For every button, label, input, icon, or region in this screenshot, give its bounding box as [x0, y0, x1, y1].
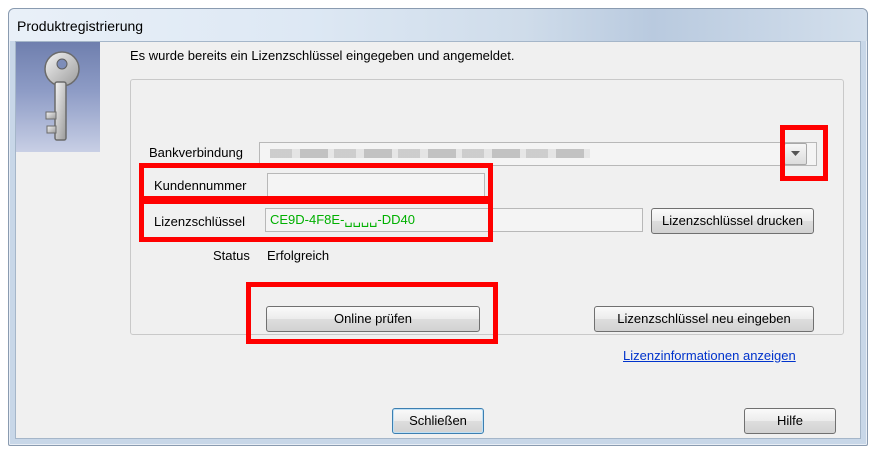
help-button[interactable]: Hilfe [744, 408, 836, 434]
highlight-online-check [246, 282, 498, 344]
key-icon [44, 51, 80, 141]
highlight-dropdown [780, 125, 828, 181]
bank-account-value-redacted [270, 149, 590, 158]
bank-label: Bankverbindung [149, 145, 243, 160]
license-info-link[interactable]: Lizenzinformationen anzeigen [623, 348, 796, 363]
print-license-button[interactable]: Lizenzschlüssel drucken [651, 208, 814, 234]
key-icon-panel [16, 42, 100, 152]
status-label: Status [213, 248, 250, 263]
reenter-license-button[interactable]: Lizenzschlüssel neu eingeben [594, 306, 814, 332]
status-value: Erfolgreich [267, 248, 330, 263]
title-bar: Produktregistrierung [9, 9, 867, 41]
window-title: Produktregistrierung [17, 18, 144, 34]
close-button[interactable]: Schließen [392, 408, 484, 434]
highlight-license-key [139, 199, 493, 242]
highlight-customer-number [139, 163, 493, 201]
intro-text: Es wurde bereits ein Lizenzschlüssel ein… [130, 48, 515, 63]
